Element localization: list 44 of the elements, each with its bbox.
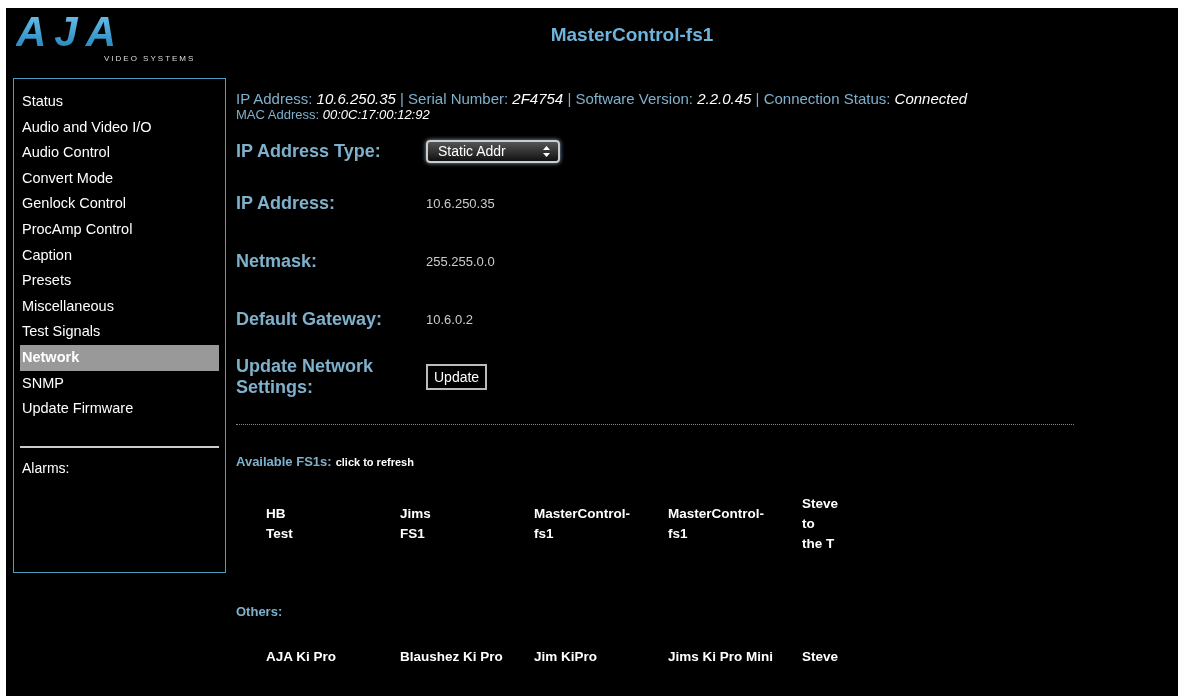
device-link[interactable]: Jims Ki Pro Mini <box>668 647 774 667</box>
device-link[interactable]: MasterControl-fs1 <box>668 504 764 544</box>
update-button[interactable]: Update <box>426 364 488 390</box>
mac-address-line: MAC Address: 00:0C:17:00:12:92 <box>236 107 431 122</box>
sidebar-item[interactable]: Test Signals <box>20 319 219 345</box>
separator: | <box>400 90 404 107</box>
device-link[interactable]: Jims FS1 <box>400 504 431 544</box>
field-value: 255.255.0.0 <box>426 253 496 269</box>
field-value: 10.6.0.2 <box>426 311 474 327</box>
section-title: Available FS1s: <box>236 454 332 469</box>
sidebar-item[interactable]: ProcAmp Control <box>20 216 219 243</box>
sidebar-item[interactable]: Genlock Control <box>20 191 219 217</box>
field-label: IP Address: <box>236 192 336 214</box>
device-info-line: IP Address: 10.6.250.35 | Serial Number: 2F4754 | Software Version: 2.2.0.45 | Connection Status: Connected <box>236 90 969 107</box>
sidebar-item[interactable]: Presets <box>20 268 219 294</box>
sidebar-item[interactable]: Miscellaneous <box>20 293 219 320</box>
page-title: MasterControl-fs1 <box>550 24 714 46</box>
sidebar-item[interactable]: Status <box>20 89 219 115</box>
device-link[interactable]: HB Test <box>266 504 293 544</box>
address-type-select[interactable]: Static Addr <box>426 139 560 163</box>
device-link[interactable]: Jim KiPro <box>534 647 598 667</box>
field-label: Update Network Settings: <box>236 356 375 398</box>
sidebar-item[interactable]: Audio Control <box>20 140 219 166</box>
device-link[interactable]: Blaushez Ki Pro <box>400 647 503 667</box>
field-label: IP Address Type: <box>236 140 381 162</box>
sidebar-item[interactable]: SNMP <box>20 370 219 397</box>
device-link[interactable]: AJA Ki Pro <box>266 647 336 667</box>
separator: | <box>567 90 572 107</box>
field-label: Netmask: <box>236 250 318 272</box>
sidebar-item[interactable]: Caption <box>20 242 219 269</box>
section-title: Others: <box>236 604 283 619</box>
device-link[interactable]: Steve to the T <box>802 494 839 554</box>
sidebar-item[interactable]: Update Firmware <box>20 396 219 422</box>
refresh-link[interactable]: click to refresh <box>335 456 414 468</box>
sidebar-item[interactable]: Audio and Video I/O <box>20 114 219 141</box>
device-link[interactable]: Steve <box>802 647 839 667</box>
field-label: Default Gateway: <box>236 308 383 330</box>
alarms-label: Alarms: <box>21 459 71 476</box>
sidebar-item[interactable]: Convert Mode <box>20 165 219 192</box>
field-value: 10.6.250.35 <box>426 195 496 211</box>
separator: | <box>755 90 760 107</box>
spinner-arrows-icon <box>543 145 550 157</box>
device-link[interactable]: MasterControl-fs1 <box>534 504 630 544</box>
logo-tagline: VIDEO SYSTEMS <box>104 54 196 63</box>
